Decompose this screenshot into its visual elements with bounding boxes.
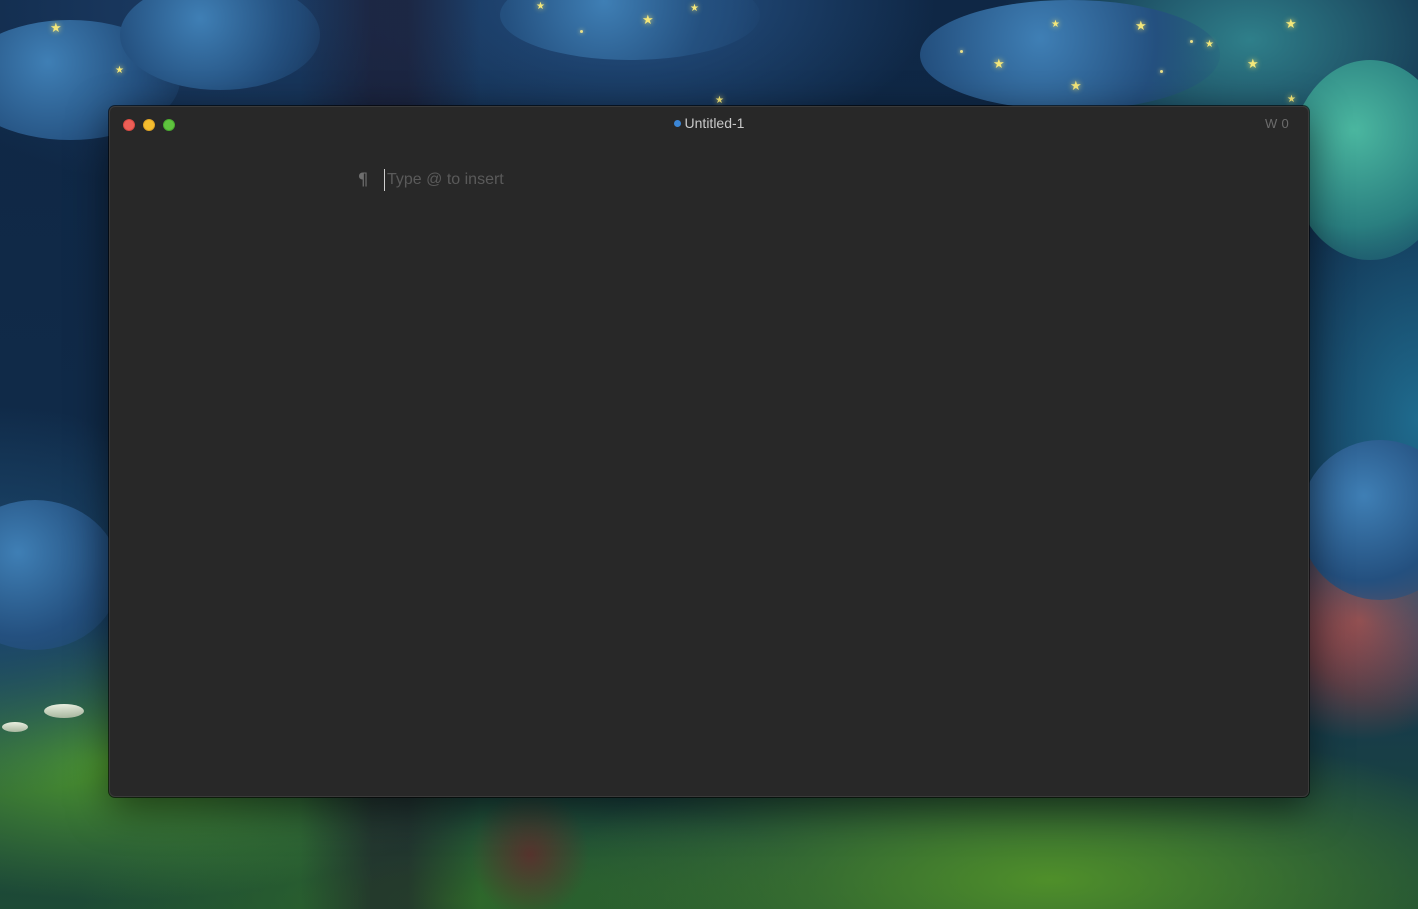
wallpaper-foliage	[1300, 440, 1418, 600]
star-icon: ★	[1285, 17, 1297, 32]
wallpaper-foliage	[1290, 60, 1418, 260]
unsaved-indicator-icon	[673, 120, 681, 127]
star-icon: ★	[115, 65, 124, 76]
star-icon: ★	[536, 1, 545, 12]
firefly-dot	[960, 50, 963, 53]
word-count[interactable]: W 0	[1265, 116, 1289, 131]
document-title-text: Untitled-1	[684, 115, 745, 131]
wallpaper-tree-root	[470, 790, 590, 909]
star-icon: ★	[1135, 19, 1147, 34]
star-icon: ★	[1247, 57, 1259, 72]
star-icon: ★	[1070, 79, 1082, 94]
star-icon: ★	[715, 95, 724, 106]
star-icon: ★	[993, 57, 1005, 72]
pilcrow-icon[interactable]: ¶	[356, 170, 370, 190]
wallpaper-foliage	[0, 500, 120, 650]
star-icon: ★	[1205, 39, 1214, 50]
star-icon: ★	[1051, 19, 1060, 30]
document-title: Untitled-1	[110, 115, 1308, 131]
firefly-dot	[1190, 40, 1193, 43]
editor-input[interactable]	[384, 169, 1084, 191]
wallpaper-stone	[44, 704, 84, 718]
star-icon: ★	[690, 3, 699, 14]
firefly-dot	[580, 30, 583, 33]
star-icon: ★	[642, 13, 654, 28]
star-icon: ★	[1287, 94, 1296, 105]
editor-window: Untitled-1 W 0 ¶	[109, 106, 1309, 797]
title-bar[interactable]: Untitled-1 W 0	[110, 107, 1308, 141]
firefly-dot	[1160, 70, 1163, 73]
editor-paragraph[interactable]: ¶	[356, 169, 1084, 191]
star-icon: ★	[50, 21, 62, 36]
wallpaper-stone	[2, 722, 28, 732]
